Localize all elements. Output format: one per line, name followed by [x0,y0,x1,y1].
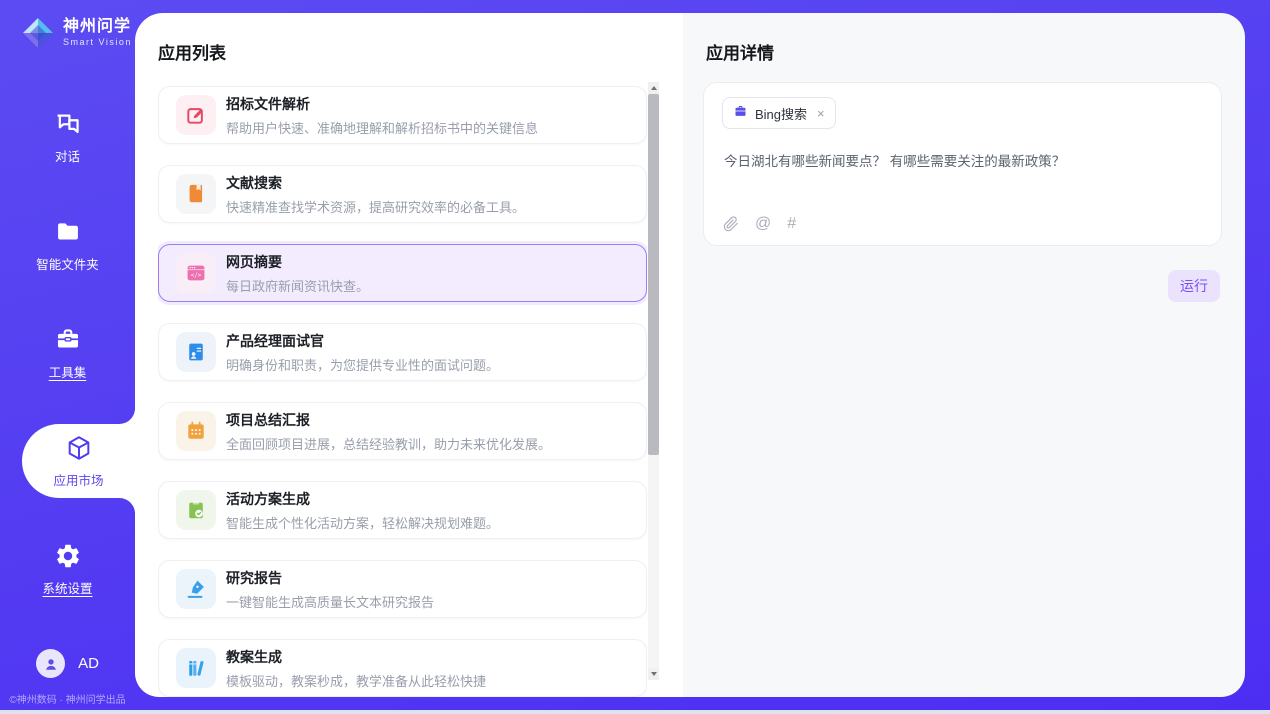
copyright-footer: ©神州数码 · 神州问学出品 [0,691,135,706]
query-text[interactable]: 今日湖北有哪些新闻要点？ 有哪些需要关注的最新政策？ [724,152,1201,172]
pen-report-icon [176,569,216,609]
app-card-title: 产品经理面试官 [226,331,499,351]
app-detail-title: 应用详情 [706,39,774,64]
browser-code-icon: </> [176,253,216,293]
app-card[interactable]: 项目总结汇报 全面回顾项目进展，总结经验教训，助力未来优化发展。 [158,402,647,460]
sidebar-nav: 对话 智能文件夹 工具集 应用市场 系统设置 [0,83,135,623]
app-card-desc: 帮助用户快速、准确地理解和解析招标书中的关键信息 [226,118,538,137]
app-card-title: 文献搜索 [226,173,525,193]
app-list-title: 应用列表 [158,39,226,64]
gear-icon [54,542,82,570]
app-card-desc: 模板驱动，教案秒成，教学准备从此轻松快捷 [226,671,486,690]
app-card[interactable]: </> 网页摘要 每日政府新闻资讯快查。 [158,244,647,302]
sidebar: 神州问学 Smart Vision 对话 智能文件夹 工具集 应用市场 系统设置… [0,0,135,714]
tool-tag-bing-search[interactable]: Bing搜索 × [722,97,836,129]
app-detail-panel: 应用详情 Bing搜索 × 今日湖北有哪些新闻要点？ 有哪些需要关注的最新政策？… [683,13,1245,697]
cube-icon [65,434,93,462]
user-name: AD [78,655,99,672]
run-button[interactable]: 运行 [1168,270,1220,302]
hash-icon[interactable]: # [787,216,796,232]
app-card-title: 招标文件解析 [226,94,538,114]
brand-logo: 神州问学 Smart Vision [20,15,132,51]
app-card-desc: 明确身份和职责，为您提供专业性的面试问题。 [226,355,499,374]
edit-note-icon [176,95,216,135]
app-list-panel: 应用列表 招标文件解析 帮助用户快速、准确地理解和解析招标书中的关键信息 文献搜… [135,13,683,697]
scroll-down-icon[interactable] [648,668,659,680]
diamond-logo-icon [20,15,56,51]
paperclip-icon[interactable] [723,216,739,232]
user-account[interactable]: AD [0,649,135,678]
book-icon [176,174,216,214]
app-card[interactable]: 产品经理面试官 明确身份和职责，为您提供专业性的面试问题。 [158,323,647,381]
sidebar-item-smart-folders[interactable]: 智能文件夹 [0,191,135,299]
app-card-desc: 全面回顾项目进展，总结经验教训，助力未来优化发展。 [226,434,551,453]
app-card[interactable]: 文献搜索 快速精准查找学术资源，提高研究效率的必备工具。 [158,165,647,223]
app-card-desc: 一键智能生成高质量长文本研究报告 [226,592,434,611]
app-card-desc: 每日政府新闻资讯快查。 [226,276,369,295]
tool-tag-label: Bing搜索 [755,104,807,123]
sidebar-item-chat[interactable]: 对话 [0,83,135,191]
chat-icon [54,110,82,138]
close-icon[interactable]: × [817,106,825,121]
app-card-title: 活动方案生成 [226,489,499,509]
app-card-title: 教案生成 [226,647,486,667]
svg-text:</>: </> [191,272,202,279]
brand-subtitle: Smart Vision [63,38,132,48]
toolbox-icon [54,326,82,354]
app-card-desc: 智能生成个性化活动方案，轻松解决规划难题。 [226,513,499,532]
app-card-list: 招标文件解析 帮助用户快速、准确地理解和解析招标书中的关键信息 文献搜索 快速精… [158,86,647,697]
app-card-title: 网页摘要 [226,252,369,272]
mention-icon[interactable]: @ [755,216,771,232]
app-card-desc: 快速精准查找学术资源，提高研究效率的必备工具。 [226,197,525,216]
scrollbar-thumb[interactable] [648,94,659,455]
app-card[interactable]: 研究报告 一键智能生成高质量长文本研究报告 [158,560,647,618]
window-bottom-edge [0,710,1270,714]
briefcase-icon [733,104,748,122]
app-card-title: 项目总结汇报 [226,410,551,430]
interview-doc-icon [176,332,216,372]
query-composer[interactable]: Bing搜索 × 今日湖北有哪些新闻要点？ 有哪些需要关注的最新政策？ @ # [703,82,1222,246]
calendar-note-icon [176,411,216,451]
app-card-title: 研究报告 [226,568,434,588]
books-icon [176,648,216,688]
app-card[interactable]: 活动方案生成 智能生成个性化活动方案，轻松解决规划难题。 [158,481,647,539]
sidebar-item-toolset[interactable]: 工具集 [0,299,135,407]
brand-name: 神州问学 [63,18,132,36]
sidebar-item-system-settings[interactable]: 系统设置 [0,515,135,623]
list-scrollbar[interactable] [648,82,659,680]
clipboard-check-icon [176,490,216,530]
composer-toolbar: @ # [723,216,796,232]
user-avatar [36,649,65,678]
app-card[interactable]: 教案生成 模板驱动，教案秒成，教学准备从此轻松快捷 [158,639,647,697]
sidebar-item-app-market[interactable]: 应用市场 [22,424,135,498]
folder-icon [54,218,82,246]
scroll-up-icon[interactable] [648,82,659,94]
app-card[interactable]: 招标文件解析 帮助用户快速、准确地理解和解析招标书中的关键信息 [158,86,647,144]
